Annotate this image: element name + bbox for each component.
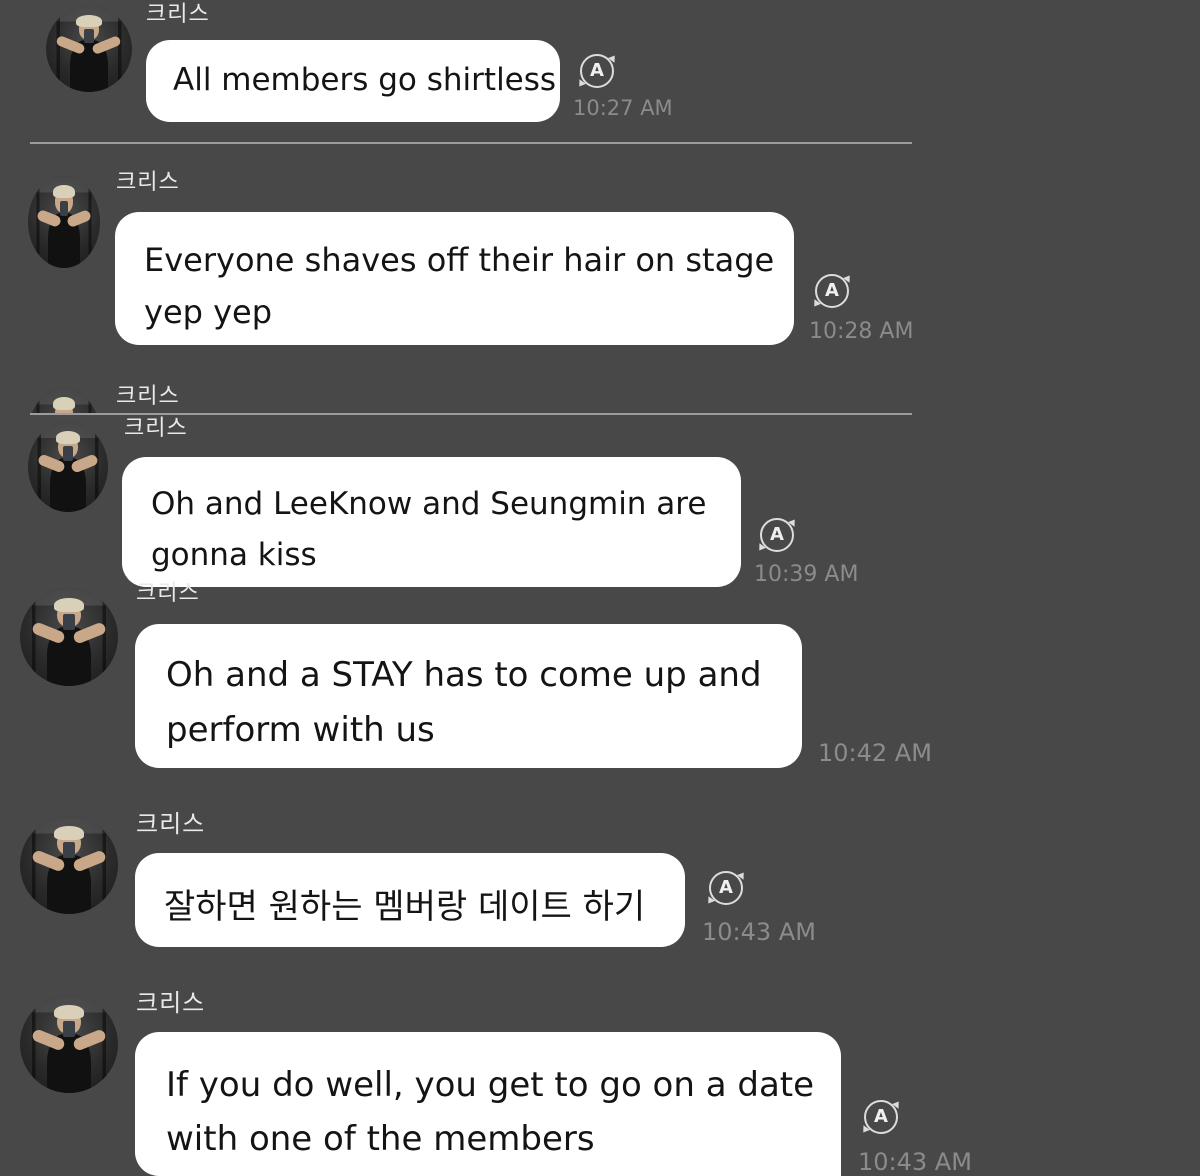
- sender-avatar: [28, 388, 100, 413]
- sender-name: 크리스: [146, 2, 210, 27]
- translate-icon[interactable]: A: [815, 274, 849, 308]
- sender-avatar[interactable]: [20, 588, 118, 686]
- translate-icon[interactable]: A: [709, 871, 743, 905]
- message-bubble[interactable]: 잘하면 원하는 멤버랑 데이트 하기: [135, 853, 685, 947]
- translate-icon[interactable]: A: [864, 1100, 898, 1134]
- message-timestamp: 10:43 AM: [858, 1148, 972, 1176]
- message-timestamp: 10:42 AM: [818, 739, 932, 767]
- separator-line: [30, 142, 912, 144]
- sender-avatar[interactable]: [28, 176, 100, 268]
- translate-icon[interactable]: A: [760, 518, 794, 552]
- message-text-line: perform with us: [166, 710, 435, 750]
- message-text-line: yep yep: [144, 293, 273, 331]
- message-text-line: Everyone shaves off their hair on stage: [144, 241, 775, 279]
- cropped-avatar: [28, 388, 100, 413]
- message-timestamp: 10:27 AM: [573, 96, 673, 120]
- message-text-line: gonna kiss: [151, 537, 317, 573]
- message-timestamp: 10:43 AM: [702, 918, 816, 946]
- message-text: All members go shirtless: [173, 62, 557, 98]
- message-text-line: If you do well, you get to go on a date: [166, 1065, 815, 1105]
- sender-avatar[interactable]: [28, 422, 108, 512]
- separator-line: [30, 413, 912, 415]
- sender-avatar[interactable]: [20, 995, 118, 1093]
- message-text-line: Oh and a STAY has to come up and: [166, 655, 762, 695]
- sender-name: 크리스: [136, 581, 200, 606]
- translate-icon[interactable]: A: [580, 54, 614, 88]
- message-timestamp: 10:28 AM: [809, 319, 914, 344]
- sender-name: 크리스: [124, 416, 188, 441]
- message-text-line: Oh and LeeKnow and Seungmin are: [151, 486, 707, 522]
- sender-avatar[interactable]: [20, 816, 118, 914]
- sender-name: 크리스: [116, 384, 180, 409]
- message-bubble[interactable]: Oh and LeeKnow and Seungmin are gonna ki…: [122, 457, 741, 587]
- sender-avatar[interactable]: [46, 6, 132, 92]
- message-text: 잘하면 원하는 멤버랑 데이트 하기: [164, 887, 646, 927]
- message-bubble[interactable]: If you do well, you get to go on a date …: [135, 1032, 841, 1176]
- message-text-line: with one of the members: [166, 1119, 595, 1159]
- sender-name: 크리스: [136, 989, 206, 1017]
- message-bubble[interactable]: All members go shirtless: [146, 40, 560, 122]
- sender-name: 크리스: [136, 810, 206, 838]
- sender-name: 크리스: [116, 170, 180, 195]
- message-timestamp: 10:39 AM: [754, 562, 859, 587]
- message-bubble[interactable]: Oh and a STAY has to come up and perform…: [135, 624, 802, 768]
- message-bubble[interactable]: Everyone shaves off their hair on stage …: [115, 212, 794, 345]
